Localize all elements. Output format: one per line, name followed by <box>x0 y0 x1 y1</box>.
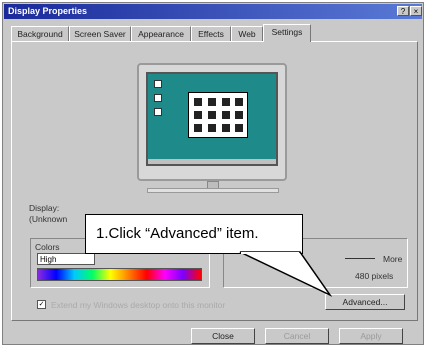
callout-pointer <box>239 251 333 297</box>
